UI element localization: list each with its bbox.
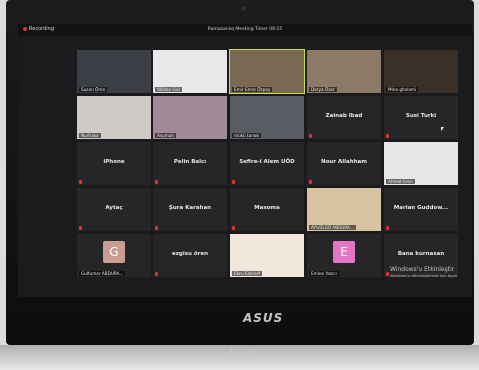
participant-tile[interactable]: Aytaç [77,188,151,231]
windows-activation-watermark: Windows'u Etkinleştir Windows'u etkinleş… [390,266,457,278]
laptop-logo: ASUS [243,311,284,325]
muted-mic-icon [386,134,389,138]
participant-tile[interactable]: Ebru Elşenef [230,234,304,277]
participant-name-label: Ahmet Eren [386,179,415,184]
participant-name-label: AYGÜLGÜ ABDURA... [309,225,356,230]
participant-display-name: ezgisu ören [172,251,208,257]
hinge-text: LOLO [230,348,257,359]
muted-mic-icon [79,226,82,230]
muted-mic-icon [386,226,389,230]
participant-name-label: Gulfumar ABDURA... [79,271,126,276]
participant-tile[interactable]: Mina gholami [384,50,458,93]
participant-avatar: G [103,241,125,263]
participant-tile[interactable]: Masoma [230,188,304,231]
meeting-top-bar: Recording Ramazanlıq Meeting Timer 09:15 [18,24,472,36]
participant-tile[interactable]: Pelin Balcı [153,142,227,185]
watermark-line-1: Windows'u Etkinleştir [390,266,455,273]
participant-display-name: Nour Allahham [321,159,367,165]
participant-display-name: Şura Karahan [168,205,212,211]
participant-name-label: Wildan Gul [155,87,182,92]
participant-tile[interactable]: mükü tanok [230,96,304,139]
muted-mic-icon [155,180,158,184]
participant-tile[interactable]: iPhone [77,142,151,185]
participant-tile[interactable]: G Gulfumar ABDURA... [77,234,151,277]
participant-display-name: Pelin Balcı [173,159,207,165]
participant-name-label: Mina gholami [386,87,419,92]
muted-mic-icon [309,180,312,184]
webcam-icon [241,6,246,11]
muted-mic-icon [386,272,389,276]
participant-tile[interactable]: Nurhaka [77,96,151,139]
participant-tile[interactable]: Ahmet Eren [384,142,458,185]
participant-tile[interactable]: Emir Emre Özpaş [229,49,305,94]
meeting-title: Ramazanlıq Meeting Timer 09:15 [207,27,283,32]
participant-display-name: Susi Turki [405,113,437,119]
mouse-cursor-icon [441,127,444,131]
participant-name-label: mükü tanok [232,133,261,138]
muted-mic-icon [309,134,312,138]
participant-tile[interactable]: Derya Özer [307,50,381,93]
participant-display-name: iPhone [103,159,125,165]
participant-tile[interactable]: Nour Allahham [307,142,381,185]
participant-name-label: Derya Özer [309,87,337,92]
participant-tile[interactable]: E Emine Yazıcı [307,234,381,277]
participant-tile[interactable]: Wildan Gul [153,50,227,93]
participant-display-name: Bana kurnasan [397,251,445,257]
participant-avatar: E [333,241,355,263]
muted-mic-icon [232,226,235,230]
participant-tile[interactable]: Suzan Ören [77,50,151,93]
participant-name-label: Asumah [155,133,176,138]
participant-display-name: Marian Guddow... [393,205,449,211]
participant-name-label: Ebru Elşenef [232,271,263,276]
participant-tile[interactable]: Marian Guddow... [384,188,458,231]
participant-name-label: Emir Emre Özpaş [232,87,273,92]
participant-tile[interactable]: Sefire-i Alem UÖD [230,142,304,185]
participant-display-name: Aytaç [105,205,123,211]
participant-name-label: Nurhaka [79,133,101,138]
participant-tile[interactable]: Zainab Ibad [307,96,381,139]
participant-display-name: Masoma [254,205,280,211]
participant-tile[interactable]: ezgisu ören [153,234,227,277]
participant-tile[interactable]: Şura Karahan [153,188,227,231]
participant-display-name: Zainab Ibad [325,113,363,119]
participant-display-name: Sefire-i Alem UÖD [239,159,295,165]
participant-name-label: Emine Yazıcı [309,271,339,276]
watermark-line-2: Windows'u etkinleştirmek için Ayarl [390,273,458,278]
muted-mic-icon [155,272,158,276]
participant-tile[interactable]: Asumah [153,96,227,139]
zoom-gallery-screen: Recording Ramazanlıq Meeting Timer 09:15… [18,24,472,297]
muted-mic-icon [232,180,235,184]
participant-name-label: Suzan Ören [79,87,108,92]
participant-tile[interactable]: Susi Turki [384,96,458,139]
muted-mic-icon [79,180,82,184]
participant-tile[interactable]: AYGÜLGÜ ABDURA... [307,188,381,231]
muted-mic-icon [155,226,158,230]
